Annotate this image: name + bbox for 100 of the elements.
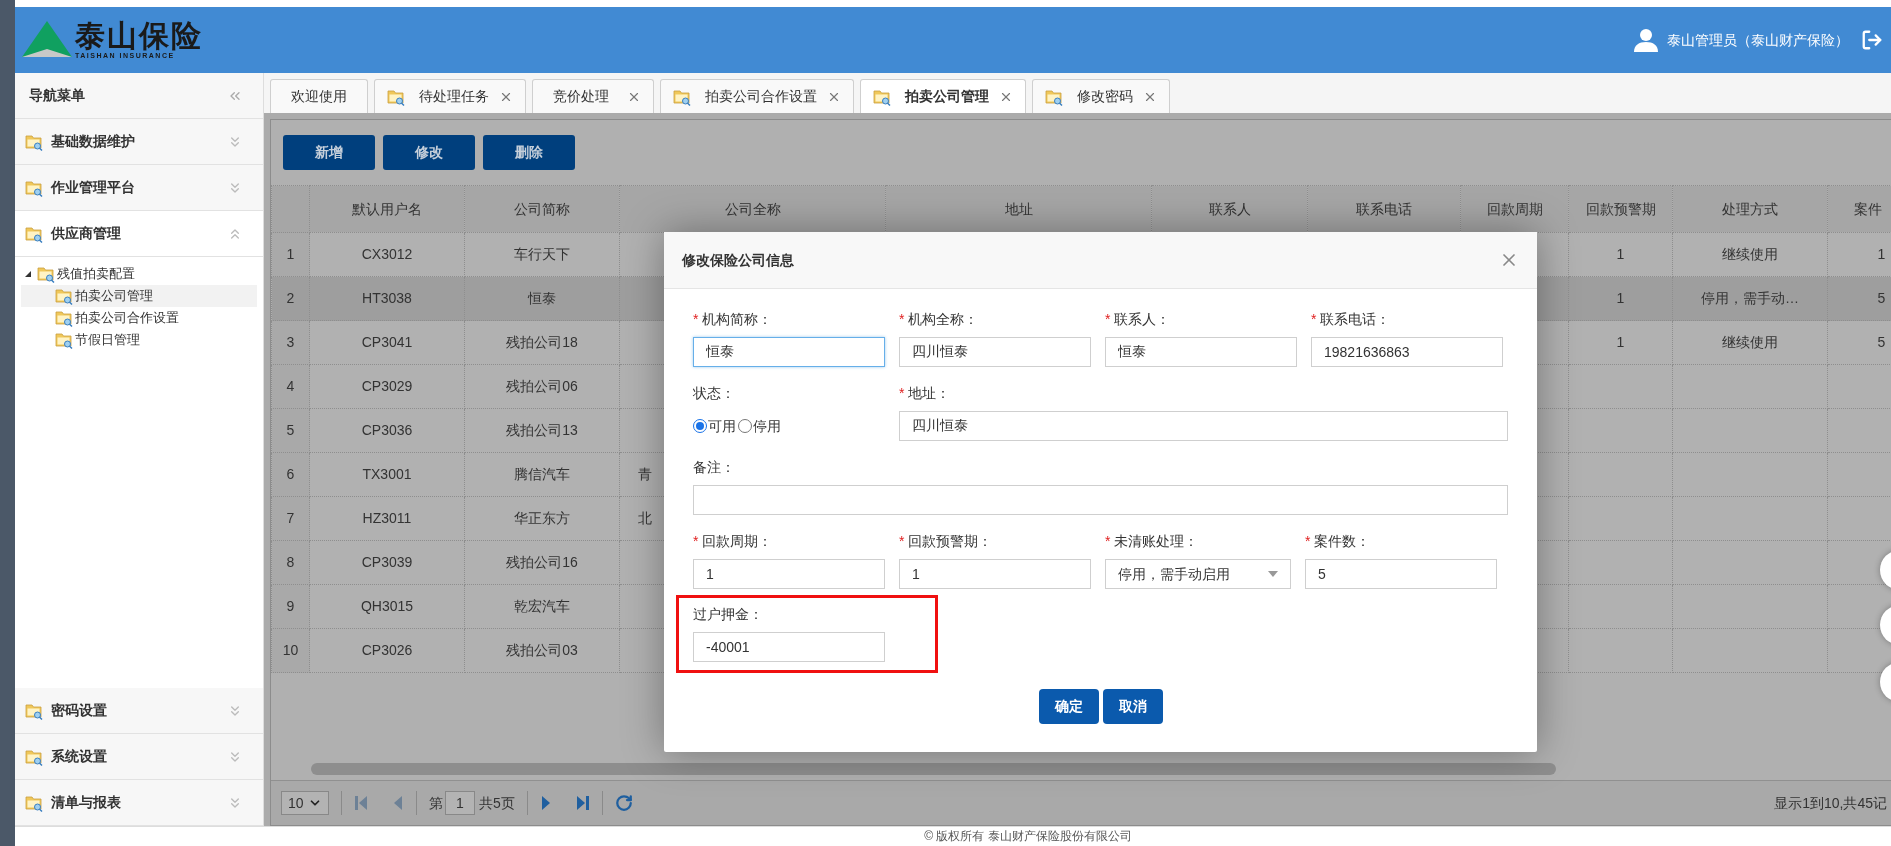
column-header: 公司简称 xyxy=(464,185,620,233)
row-number: 8 xyxy=(271,540,310,585)
folder-icon xyxy=(25,178,43,197)
input-field[interactable] xyxy=(693,485,1508,515)
field-label: * 联系人： xyxy=(1105,309,1171,329)
tree-item[interactable]: 拍卖公司合作设置 xyxy=(21,307,257,329)
next-page-icon[interactable] xyxy=(539,795,552,811)
dialog-button[interactable]: 确定 xyxy=(1038,689,1099,724)
input-field[interactable]: 1 xyxy=(899,559,1091,589)
field-label: 过户押金： xyxy=(693,604,763,624)
dialog-button[interactable]: 取消 xyxy=(1102,689,1163,724)
tree-item[interactable]: 拍卖公司管理 xyxy=(21,285,257,307)
previous-page-icon[interactable] xyxy=(392,795,404,811)
table-cell: 残拍公司16 xyxy=(464,540,620,585)
field-label: * 联系电话： xyxy=(1311,309,1391,329)
tab[interactable]: 修改密码 xyxy=(1032,79,1170,113)
table-cell: CP3036 xyxy=(309,408,465,453)
row-number: 3 xyxy=(271,320,310,365)
sidebar-section[interactable]: 清单与报表 xyxy=(15,780,263,826)
field-label: * 未清账处理： xyxy=(1105,531,1199,551)
tab[interactable]: 欢迎使用 xyxy=(270,79,368,113)
field-label: * 机构全称： xyxy=(899,309,979,329)
table-cell: 腾信汽车 xyxy=(464,452,620,497)
first-page-icon[interactable] xyxy=(354,795,368,811)
tab[interactable]: 拍卖公司合作设置 xyxy=(660,79,854,113)
tree-node[interactable]: 残值拍卖配置 xyxy=(21,263,257,285)
table-cell: HT3038 xyxy=(309,276,465,321)
tab[interactable]: 待处理任务 xyxy=(374,79,526,113)
radio-option[interactable]: 可用 xyxy=(693,415,736,437)
select-field[interactable]: 停用，需手动启用 xyxy=(1105,559,1291,589)
row-number: 7 xyxy=(271,496,310,541)
table-cell: 残拍公司06 xyxy=(464,364,620,409)
toolbar-button[interactable]: 新增 xyxy=(283,135,375,170)
input-field[interactable]: 四川恒泰 xyxy=(899,411,1508,441)
row-number: 4 xyxy=(271,364,310,409)
radio-option[interactable]: 停用 xyxy=(738,415,781,437)
logo-name: 泰山保险 xyxy=(75,21,203,51)
table-cell: CP3026 xyxy=(309,628,465,673)
toolbar-button[interactable]: 删除 xyxy=(483,135,575,170)
folder-icon xyxy=(25,224,43,243)
sidebar-section[interactable]: 密码设置 xyxy=(15,688,263,734)
table-cell: 乾宏汽车 xyxy=(464,584,620,629)
folder-icon xyxy=(25,701,43,720)
input-field[interactable]: 恒泰 xyxy=(1105,337,1297,367)
row-number: 9 xyxy=(271,584,310,629)
sidebar-section[interactable]: 作业管理平台 xyxy=(15,165,263,211)
toolbar-button[interactable]: 修改 xyxy=(383,135,475,170)
tab[interactable]: 拍卖公司管理 xyxy=(860,79,1026,113)
expand-triangle-icon[interactable] xyxy=(24,270,32,278)
column-header: 处理方式 xyxy=(1672,185,1828,233)
table-cell: 残拍公司13 xyxy=(464,408,620,453)
dropdown-arrow-icon xyxy=(1268,571,1278,577)
sidebar-section[interactable]: 系统设置 xyxy=(15,734,263,780)
input-field[interactable]: 四川恒泰 xyxy=(899,337,1091,367)
field-label: 备注： xyxy=(693,457,735,477)
page-prefix: 第 xyxy=(429,793,443,813)
table-cell: 停用，需手动… xyxy=(1672,276,1828,321)
last-page-icon[interactable] xyxy=(575,795,590,811)
scrollbar-thumb[interactable] xyxy=(311,763,1556,775)
input-field[interactable]: 19821636863 xyxy=(1311,337,1503,367)
folder-icon xyxy=(37,265,55,283)
dialog-title: 修改保险公司信息 xyxy=(682,250,794,270)
folder-icon xyxy=(673,87,691,106)
sidebar-section[interactable]: 基础数据维护 xyxy=(15,119,263,165)
tab[interactable]: 竞价处理 xyxy=(532,79,654,113)
field-label: 状态： xyxy=(693,383,735,403)
sidebar-header: 导航菜单 xyxy=(15,73,263,119)
folder-icon xyxy=(25,132,43,151)
page-number-field[interactable]: 1 xyxy=(445,791,475,815)
copyright-text: © 版权所有 泰山财产保险股份有限公司 xyxy=(923,828,1132,845)
table-cell: 1 xyxy=(1568,276,1673,321)
table-cell: 残拍公司18 xyxy=(464,320,620,365)
table-cell: CP3041 xyxy=(309,320,465,365)
input-field[interactable]: -40001 xyxy=(693,632,885,662)
column-header: 回款预警期 xyxy=(1568,185,1673,233)
user-name: 泰山管理员（泰山财产保险） xyxy=(1667,30,1849,50)
row-number: 2 xyxy=(271,276,310,321)
tree-item[interactable]: 节假日管理 xyxy=(21,329,257,351)
page-info: 显示1到10,共45记 xyxy=(1774,793,1887,813)
logout-icon[interactable] xyxy=(1861,29,1883,51)
page-size-select[interactable]: 10 xyxy=(281,791,329,815)
row-number: 1 xyxy=(271,232,310,277)
column-header: 案件 xyxy=(1827,185,1891,233)
table-cell: 华正东方 xyxy=(464,496,620,541)
table-cell: HZ3011 xyxy=(309,496,465,541)
folder-icon xyxy=(55,331,73,349)
refresh-icon[interactable] xyxy=(614,794,633,812)
input-field[interactable]: 5 xyxy=(1305,559,1497,589)
table-cell: 继续使用 xyxy=(1672,232,1828,277)
field-label: * 回款预警期： xyxy=(899,531,993,551)
table-cell: 车行天下 xyxy=(464,232,620,277)
table-cell: CP3029 xyxy=(309,364,465,409)
table-cell: 继续使用 xyxy=(1672,320,1828,365)
folder-icon xyxy=(55,287,73,305)
input-field[interactable]: 恒泰 xyxy=(693,337,885,367)
input-field[interactable]: 1 xyxy=(693,559,885,589)
table-cell: 恒泰 xyxy=(464,276,620,321)
table-cell: 1 xyxy=(1568,320,1673,365)
table-cell: CX3012 xyxy=(309,232,465,277)
folder-icon xyxy=(1045,87,1063,106)
